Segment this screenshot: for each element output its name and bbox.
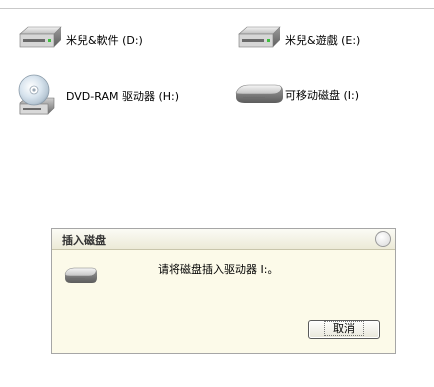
divider [0, 8, 434, 9]
drive-item-e[interactable]: 米兒&遊戲 (E:) [233, 20, 360, 60]
drive-item-i[interactable]: 可移动磁盘 (I:) [233, 75, 359, 115]
cancel-button[interactable]: 取消 [308, 320, 380, 339]
drive-label: DVD-RAM 驱动器 (H:) [66, 90, 180, 103]
drive-label: 米兒&遊戲 (E:) [285, 34, 361, 47]
drive-label: 可移动磁盘 (I:) [285, 89, 360, 102]
dialog-title: 插入磁盘 [62, 234, 106, 247]
dvd-drive-icon [14, 73, 64, 119]
cancel-button-label: 取消 [324, 321, 364, 336]
drive-item-h[interactable]: DVD-RAM 驱动器 (H:) [14, 73, 179, 119]
dialog-titlebar: 插入磁盘 [52, 229, 395, 250]
close-icon[interactable] [375, 231, 391, 247]
dialog-message: 请将磁盘插入驱动器 I:。 [158, 263, 279, 276]
drive-label: 米兒&軟件 (D:) [66, 34, 143, 47]
removable-disk-icon [233, 75, 283, 115]
hard-drive-icon [233, 20, 283, 60]
insert-disk-dialog: 插入磁盘 请将磁盘插入驱动器 I:。 取消 [51, 228, 396, 354]
drive-item-d[interactable]: 米兒&軟件 (D:) [14, 20, 143, 60]
hard-drive-icon [14, 20, 64, 60]
removable-disk-icon [64, 265, 98, 287]
